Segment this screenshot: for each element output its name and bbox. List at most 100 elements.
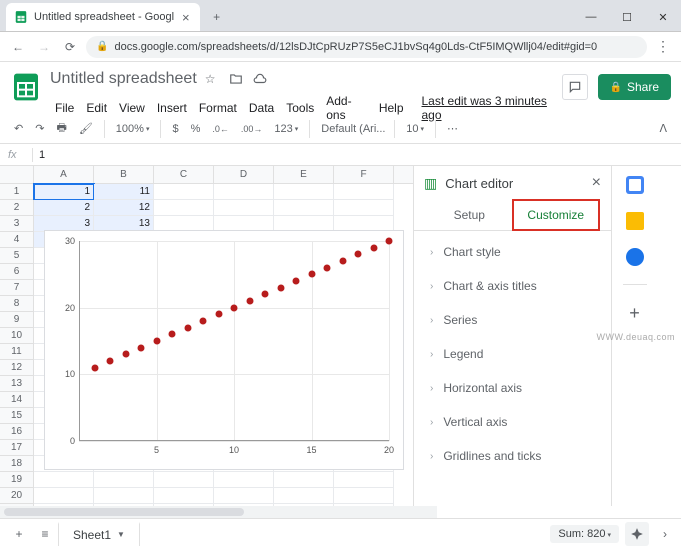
sheets-logo[interactable] bbox=[10, 71, 42, 103]
row-header[interactable]: 20 bbox=[0, 488, 34, 504]
menu-addons[interactable]: Add-ons bbox=[321, 92, 372, 124]
row-header[interactable]: 3 bbox=[0, 216, 34, 232]
spreadsheet-grid[interactable]: A B C D E F 1111221233134414567891011121… bbox=[0, 166, 413, 506]
add-sheet-button[interactable]: + bbox=[6, 522, 32, 546]
browser-tab[interactable]: Untitled spreadsheet - Google S × bbox=[6, 3, 200, 31]
cell[interactable] bbox=[154, 184, 214, 200]
cell[interactable] bbox=[274, 200, 334, 216]
keep-icon[interactable] bbox=[626, 212, 644, 230]
col-header[interactable]: A bbox=[34, 166, 94, 183]
cell[interactable] bbox=[334, 472, 394, 488]
maximize-button[interactable]: ☐ bbox=[609, 3, 645, 31]
toolbar-overflow-button[interactable]: ⋯ bbox=[443, 120, 462, 137]
cell[interactable] bbox=[214, 472, 274, 488]
menu-file[interactable]: File bbox=[50, 99, 79, 117]
horizontal-scrollbar[interactable] bbox=[0, 506, 437, 518]
cell[interactable] bbox=[214, 504, 274, 506]
decrease-decimal-button[interactable]: .0← bbox=[208, 122, 233, 136]
menu-data[interactable]: Data bbox=[244, 99, 279, 117]
editor-section[interactable]: ›Chart & axis titles bbox=[414, 269, 611, 303]
cell[interactable]: 12 bbox=[94, 200, 154, 216]
reload-button[interactable]: ⟳ bbox=[60, 37, 80, 57]
tab-close-icon[interactable]: × bbox=[182, 10, 190, 25]
tab-customize[interactable]: Customize bbox=[513, 200, 600, 230]
menu-tools[interactable]: Tools bbox=[281, 99, 319, 117]
quick-sum[interactable]: Sum: 820 bbox=[550, 525, 619, 543]
cell[interactable] bbox=[94, 488, 154, 504]
cell[interactable] bbox=[214, 200, 274, 216]
editor-section[interactable]: ›Vertical axis bbox=[414, 405, 611, 439]
row-header[interactable]: 15 bbox=[0, 408, 34, 424]
row-header[interactable]: 4 bbox=[0, 232, 34, 248]
cell[interactable] bbox=[94, 472, 154, 488]
row-header[interactable]: 8 bbox=[0, 296, 34, 312]
formula-input[interactable]: 1 bbox=[39, 149, 45, 161]
cloud-status-icon[interactable] bbox=[253, 71, 269, 87]
cell[interactable] bbox=[334, 184, 394, 200]
row-header[interactable]: 5 bbox=[0, 248, 34, 264]
cell[interactable] bbox=[334, 200, 394, 216]
row-header[interactable]: 7 bbox=[0, 280, 34, 296]
share-button[interactable]: 🔒 Share bbox=[598, 74, 671, 100]
col-header[interactable]: E bbox=[274, 166, 334, 183]
cell[interactable]: 2 bbox=[34, 200, 94, 216]
all-sheets-button[interactable]: ≡ bbox=[32, 522, 58, 546]
font-size-dropdown[interactable]: 10 bbox=[402, 121, 428, 137]
row-header[interactable]: 2 bbox=[0, 200, 34, 216]
menu-help[interactable]: Help bbox=[374, 99, 409, 117]
hide-side-panel-button[interactable]: › bbox=[655, 527, 675, 541]
cell[interactable] bbox=[214, 488, 274, 504]
menu-insert[interactable]: Insert bbox=[152, 99, 192, 117]
menu-edit[interactable]: Edit bbox=[81, 99, 112, 117]
row-header[interactable]: 21 bbox=[0, 504, 34, 506]
row-header[interactable]: 6 bbox=[0, 264, 34, 280]
cell[interactable] bbox=[34, 472, 94, 488]
row-header[interactable]: 12 bbox=[0, 360, 34, 376]
close-editor-button[interactable]: × bbox=[592, 174, 601, 192]
tab-setup[interactable]: Setup bbox=[426, 200, 513, 230]
zoom-dropdown[interactable]: 100% bbox=[112, 121, 154, 137]
embedded-chart[interactable]: 01020305101520 bbox=[44, 230, 404, 470]
cell[interactable]: 1 bbox=[34, 184, 94, 200]
cell[interactable] bbox=[34, 488, 94, 504]
move-icon[interactable] bbox=[229, 71, 245, 87]
col-header[interactable]: F bbox=[334, 166, 394, 183]
col-header[interactable]: D bbox=[214, 166, 274, 183]
undo-button[interactable]: ↶ bbox=[10, 120, 27, 137]
close-window-button[interactable]: ✕ bbox=[645, 3, 681, 31]
percent-button[interactable]: % bbox=[187, 121, 205, 137]
toolbar-collapse-button[interactable]: ᐱ bbox=[655, 120, 671, 137]
sheet-tab[interactable]: Sheet1 ▼ bbox=[58, 522, 140, 546]
row-header[interactable]: 9 bbox=[0, 312, 34, 328]
row-header[interactable]: 18 bbox=[0, 456, 34, 472]
cell[interactable] bbox=[154, 504, 214, 506]
editor-section[interactable]: ›Series bbox=[414, 303, 611, 337]
row-header[interactable]: 14 bbox=[0, 392, 34, 408]
cell[interactable] bbox=[154, 200, 214, 216]
row-header[interactable]: 16 bbox=[0, 424, 34, 440]
add-addon-button[interactable]: + bbox=[629, 303, 640, 324]
star-icon[interactable]: ☆ bbox=[205, 71, 221, 87]
cell[interactable] bbox=[334, 504, 394, 506]
cell[interactable] bbox=[274, 504, 334, 506]
row-header[interactable]: 13 bbox=[0, 376, 34, 392]
col-header[interactable]: B bbox=[94, 166, 154, 183]
new-tab-button[interactable]: + bbox=[206, 6, 228, 28]
cell[interactable] bbox=[154, 488, 214, 504]
row-header[interactable]: 19 bbox=[0, 472, 34, 488]
row-header[interactable]: 1 bbox=[0, 184, 34, 200]
minimize-button[interactable]: — bbox=[573, 3, 609, 31]
menu-view[interactable]: View bbox=[114, 99, 150, 117]
tasks-icon[interactable] bbox=[626, 248, 644, 266]
menu-format[interactable]: Format bbox=[194, 99, 242, 117]
sheet-menu-icon[interactable]: ▼ bbox=[117, 530, 125, 539]
cell[interactable] bbox=[34, 504, 94, 506]
calendar-icon[interactable] bbox=[626, 176, 644, 194]
cell[interactable] bbox=[274, 184, 334, 200]
increase-decimal-button[interactable]: .00→ bbox=[237, 122, 267, 136]
print-button[interactable]: 🖶 bbox=[52, 117, 70, 140]
currency-button[interactable]: $ bbox=[168, 121, 182, 137]
col-header[interactable]: C bbox=[154, 166, 214, 183]
scrollbar-thumb[interactable] bbox=[4, 508, 244, 516]
editor-section[interactable]: ›Gridlines and ticks bbox=[414, 439, 611, 473]
